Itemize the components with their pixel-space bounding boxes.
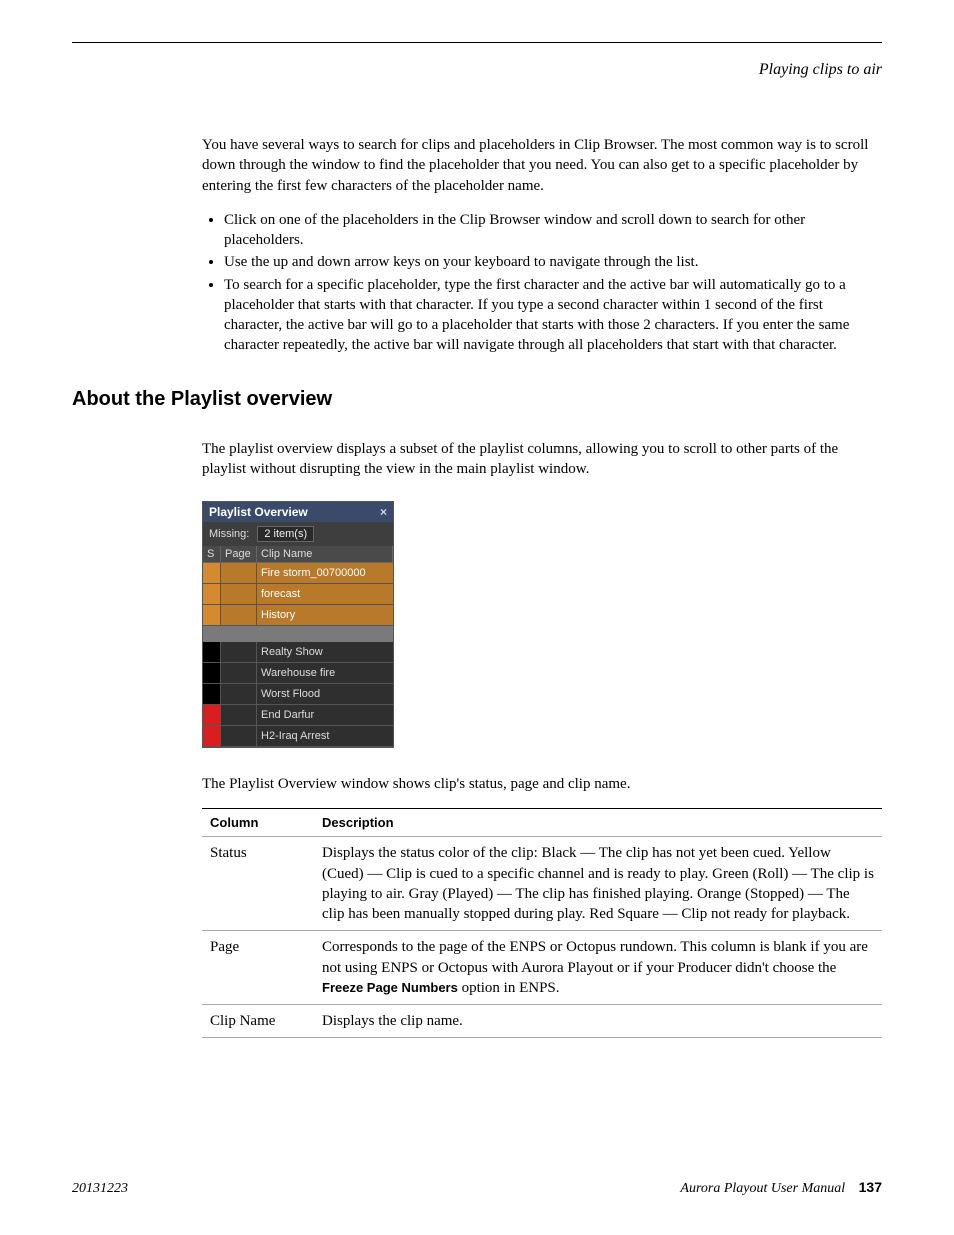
table-row[interactable]: H2-Iraq Arrest [203,726,393,747]
clipname-cell: forecast [257,584,393,604]
page-cell [221,663,257,683]
status-cell [203,663,221,683]
table-row[interactable]: Warehouse fire [203,663,393,684]
table-header-description: Description [314,809,882,837]
missing-bar: Missing: 2 item(s) [203,522,393,546]
clipname-cell: Warehouse fire [257,663,393,683]
column-name-cell: Page [202,931,314,1005]
footer-page-number: 137 [859,1179,882,1195]
table-row: Page Corresponds to the page of the ENPS… [202,931,882,1005]
bullet-list: Click on one of the placeholders in the … [224,210,882,356]
description-cell: Displays the status color of the clip: B… [314,837,882,931]
page-cell [221,584,257,604]
window-title: Playlist Overview [209,505,308,519]
clipname-cell: H2-Iraq Arrest [257,726,393,746]
table-header-column: Column [202,809,314,837]
bold-option-name: Freeze Page Numbers [322,980,458,995]
table-row[interactable]: forecast [203,584,393,605]
list-item: Use the up and down arrow keys on your k… [224,252,882,272]
status-cell [203,584,221,604]
status-cell [203,684,221,704]
table-row: Clip Name Displays the clip name. [202,1005,882,1038]
page-cell [221,563,257,583]
status-cell [203,563,221,583]
clipname-cell: History [257,605,393,625]
spacer-row [203,626,393,642]
column-header-page[interactable]: Page [221,546,257,562]
widget-caption: The Playlist Overview window shows clip'… [202,774,882,794]
page-cell [221,605,257,625]
clipname-cell: Worst Flood [257,684,393,704]
clipname-cell: Realty Show [257,642,393,662]
window-titlebar: Playlist Overview × [203,502,393,522]
description-cell: Corresponds to the page of the ENPS or O… [314,931,882,1005]
page-cell [221,684,257,704]
table-row[interactable]: Fire storm_00700000 [203,563,393,584]
close-icon[interactable]: × [380,505,387,519]
page-cell [221,705,257,725]
intro-paragraph: You have several ways to search for clip… [202,135,882,196]
clipname-cell: End Darfur [257,705,393,725]
description-table: Column Description Status Displays the s… [202,808,882,1038]
footer-book-title: Aurora Playout User Manual [680,1181,845,1196]
description-cell: Displays the clip name. [314,1005,882,1038]
column-header-status[interactable]: S [203,546,221,562]
table-row[interactable]: Worst Flood [203,684,393,705]
table-row: Status Displays the status color of the … [202,837,882,931]
status-cell [203,705,221,725]
running-head: Playing clips to air [72,61,882,79]
section-heading: About the Playlist overview [72,388,882,411]
table-row[interactable]: End Darfur [203,705,393,726]
table-row[interactable]: History [203,605,393,626]
overview-paragraph: The playlist overview displays a subset … [202,439,882,480]
page-cell [221,726,257,746]
missing-count: 2 item(s) [257,526,314,542]
column-name-cell: Clip Name [202,1005,314,1038]
clipname-cell: Fire storm_00700000 [257,563,393,583]
column-name-cell: Status [202,837,314,931]
column-header-clipname[interactable]: Clip Name [257,546,393,562]
status-cell [203,605,221,625]
footer-date: 20131223 [72,1181,128,1197]
page-footer: 20131223 Aurora Playout User Manual 137 [72,1179,882,1197]
column-header-row: S Page Clip Name [203,546,393,563]
list-item: Click on one of the placeholders in the … [224,210,882,251]
table-row[interactable]: Realty Show [203,642,393,663]
page-cell [221,642,257,662]
status-cell [203,726,221,746]
missing-label: Missing: [209,528,249,540]
playlist-overview-window: Playlist Overview × Missing: 2 item(s) S… [202,501,394,748]
status-cell [203,642,221,662]
list-item: To search for a specific placeholder, ty… [224,275,882,356]
